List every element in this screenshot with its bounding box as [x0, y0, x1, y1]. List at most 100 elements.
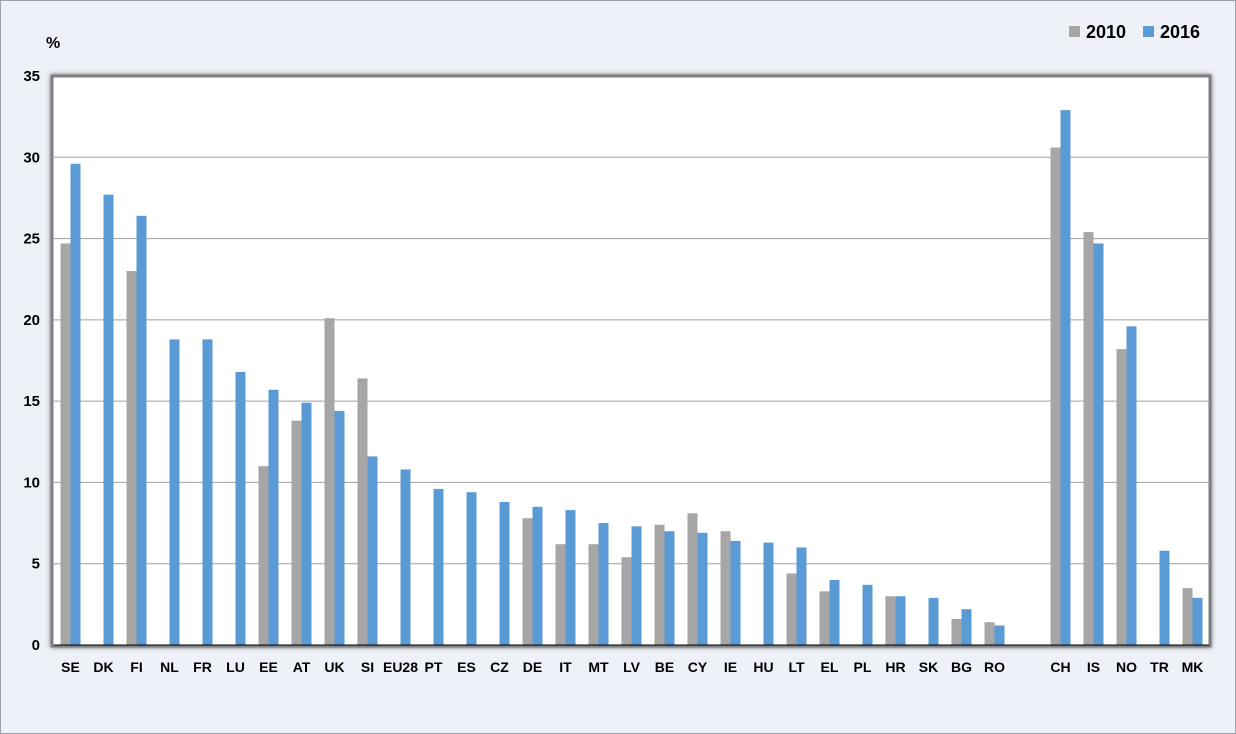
x-tick-label: MK	[1182, 659, 1204, 675]
legend-swatch-2016	[1143, 26, 1154, 37]
y-tick-label: 25	[23, 231, 40, 248]
x-tick-label: PL	[854, 659, 872, 675]
bar-2016-FI	[136, 215, 147, 645]
x-tick-label: NL	[160, 659, 179, 675]
x-tick-label: LT	[788, 659, 805, 675]
y-tick-label: 30	[23, 149, 40, 166]
bar-2016-ES	[466, 492, 477, 645]
bar-2016-CY	[697, 532, 708, 645]
bar-2016-TR	[1159, 550, 1170, 645]
y-tick-label: 35	[23, 68, 40, 85]
x-tick-label: AT	[293, 659, 311, 675]
y-tick-labels: 0 5 10 15 20 25 30 35	[23, 68, 40, 654]
legend-label-2016: 2016	[1160, 22, 1200, 42]
bar-2010-DE	[522, 518, 533, 645]
bar-2010-SE	[60, 243, 71, 645]
bar-2010-LV	[621, 557, 632, 645]
y-tick-label: 10	[23, 474, 40, 491]
bar-2016-FR	[202, 339, 213, 645]
x-tick-label: EU28	[383, 659, 418, 675]
bar-2016-SK	[928, 597, 939, 645]
bar-2010-LT	[786, 573, 797, 645]
bar-2010-EL	[819, 591, 830, 645]
y-tick-label: 20	[23, 312, 40, 329]
bar-2016-LU	[235, 371, 246, 645]
x-tick-label: IE	[724, 659, 737, 675]
bar-2016-BG	[961, 609, 972, 645]
x-tick-label: CY	[688, 659, 708, 675]
bar-2010-NO	[1116, 349, 1127, 645]
bar-2016-PT	[433, 488, 444, 645]
bar-2016-DK	[103, 194, 114, 646]
x-tick-label: SI	[361, 659, 374, 675]
bar-2016-SE	[70, 163, 81, 645]
bar-2016-IS	[1093, 243, 1104, 645]
bar-2016-HU	[763, 542, 774, 645]
x-tick-label: IS	[1087, 659, 1100, 675]
x-tick-label: NO	[1116, 659, 1137, 675]
bar-2016-NO	[1126, 326, 1137, 645]
x-tick-label: BG	[951, 659, 972, 675]
bar-2010-CH	[1050, 147, 1061, 645]
x-tick-label: HR	[885, 659, 905, 675]
y-tick-label: 5	[32, 556, 40, 573]
bar-2016-NL	[169, 339, 180, 645]
bar-2016-CH	[1060, 110, 1071, 645]
bar-2016-LT	[796, 547, 807, 645]
bar-2010-IT	[555, 544, 566, 645]
y-tick-label: 15	[23, 393, 40, 410]
x-tick-label: ES	[457, 659, 476, 675]
bar-2016-PL	[862, 584, 873, 645]
x-tick-label: HU	[753, 659, 773, 675]
y-unit-label: %	[46, 35, 60, 52]
bar-2010-IE	[720, 531, 731, 645]
x-tick-label: BE	[655, 659, 674, 675]
bar-2010-EE	[258, 466, 269, 645]
bar-2016-MK	[1192, 597, 1203, 645]
x-tick-label: IT	[559, 659, 572, 675]
bar-2016-RO	[994, 625, 1005, 645]
bar-2010-SI	[357, 378, 368, 645]
x-tick-label: LU	[226, 659, 245, 675]
x-tick-label: SE	[61, 659, 80, 675]
x-tick-label: PT	[425, 659, 443, 675]
bar-2010-RO	[984, 622, 995, 645]
legend: 2010 2016	[1069, 22, 1200, 42]
bar-2010-IS	[1083, 232, 1094, 645]
bar-2010-AT	[291, 420, 302, 645]
bar-2010-UK	[324, 318, 335, 645]
bar-2016-DE	[532, 506, 543, 645]
bar-2010-MT	[588, 544, 599, 645]
x-tick-label: LV	[623, 659, 641, 675]
bar-2016-LV	[631, 526, 642, 645]
bar-2016-UK	[334, 410, 345, 645]
x-tick-labels: SE DK FI NL FR LU EE AT UK SI EU28 PT ES CZ DE IT MT LV BE…	[61, 659, 1203, 675]
x-tick-label: EL	[821, 659, 839, 675]
x-tick-label: FI	[130, 659, 142, 675]
bar-2016-SI	[367, 456, 378, 645]
x-tick-label: EE	[259, 659, 278, 675]
x-tick-label: SK	[919, 659, 938, 675]
bar-2010-FI	[126, 271, 137, 645]
bar-2016-CZ	[499, 501, 510, 645]
x-tick-label: DK	[93, 659, 113, 675]
bar-2016-EU28	[400, 469, 411, 645]
bar-2016-BE	[664, 531, 675, 645]
y-tick-label: 0	[32, 637, 40, 654]
x-tick-label: DE	[523, 659, 542, 675]
x-tick-label: MT	[588, 659, 609, 675]
bar-2010-HR	[885, 596, 896, 645]
bar-2010-BE	[654, 524, 665, 645]
bar-2016-IE	[730, 540, 741, 645]
bar-2016-EE	[268, 389, 279, 645]
bar-2016-HR	[895, 596, 906, 645]
bar-2010-BG	[951, 618, 962, 645]
bar-2016-AT	[301, 402, 312, 645]
bar-2016-MT	[598, 523, 609, 645]
x-tick-label: CZ	[490, 659, 509, 675]
x-tick-label: RO	[984, 659, 1005, 675]
bar-2010-MK	[1182, 588, 1193, 645]
x-tick-label: FR	[193, 659, 212, 675]
bar-2010-CY	[687, 513, 698, 645]
x-tick-label: UK	[324, 659, 344, 675]
